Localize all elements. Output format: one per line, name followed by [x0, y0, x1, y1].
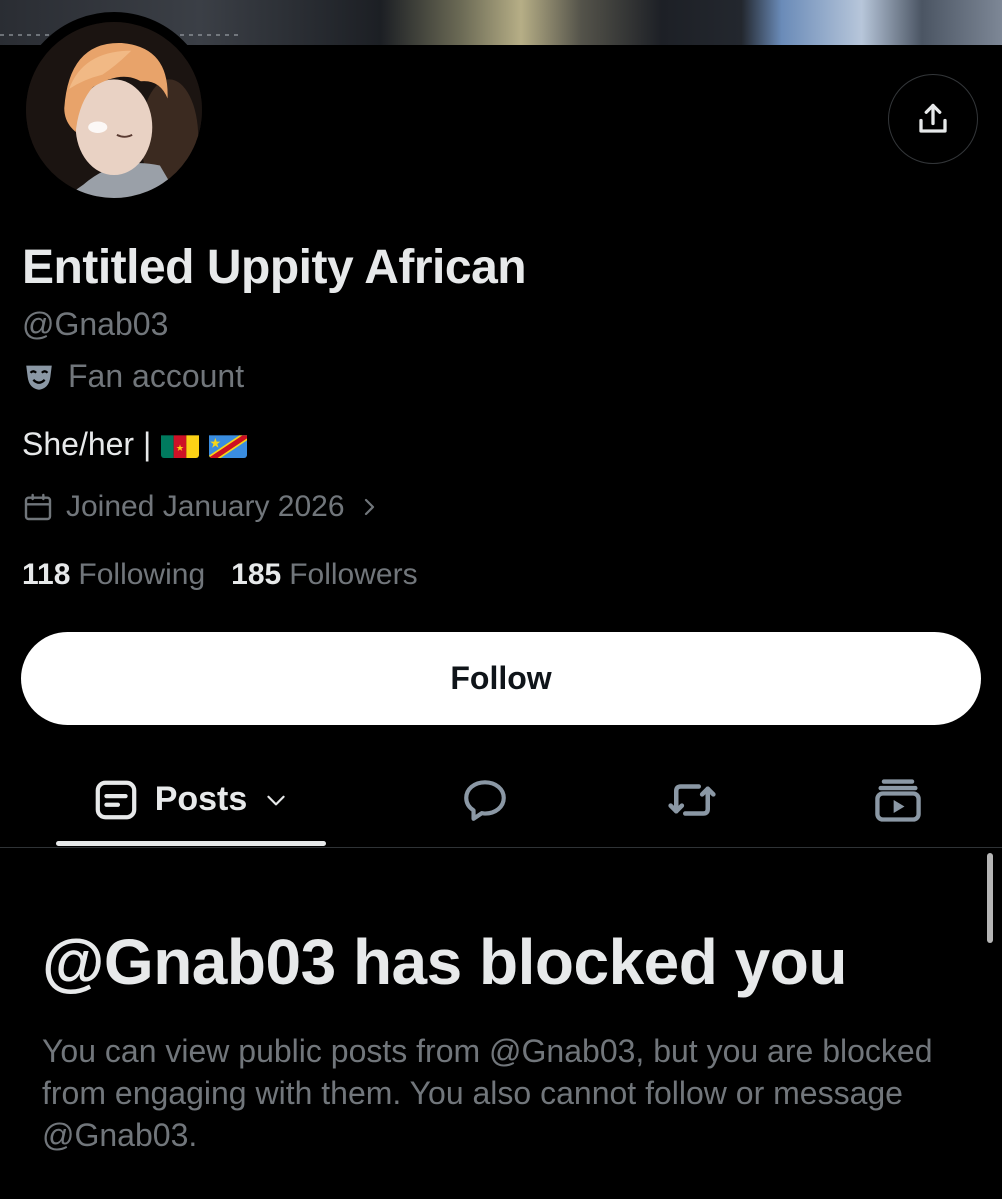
share-icon: [919, 103, 947, 133]
avatar-portrait: [26, 22, 202, 198]
display-name: Entitled Uppity African: [22, 241, 527, 294]
media-icon: [875, 778, 921, 822]
join-date-row[interactable]: Joined January 2026: [22, 490, 381, 524]
profile-tabs: Posts: [0, 752, 1002, 848]
profile-handle: @Gnab03: [22, 306, 169, 342]
calendar-icon: [24, 493, 52, 521]
followers-label: Followers: [289, 558, 418, 591]
profile-bio: She/her |: [22, 426, 248, 463]
join-date-text: Joined January 2026: [66, 490, 345, 523]
profile-avatar[interactable]: [16, 12, 212, 208]
follow-button[interactable]: Follow: [21, 632, 981, 725]
tab-posts-label: Posts: [154, 780, 248, 818]
blocked-title: @Gnab03 has blocked you: [42, 926, 847, 998]
account-label: Fan account: [22, 358, 244, 395]
chevron-right-icon: [364, 498, 374, 516]
blocked-description: You can view public posts from @Gnab03, …: [42, 1033, 933, 1153]
chevron-down-icon[interactable]: [263, 787, 289, 813]
reply-icon: [464, 779, 506, 821]
tab-replies[interactable]: [440, 752, 530, 847]
tab-active-indicator: [56, 841, 326, 846]
cameroon-flag-icon: [161, 432, 200, 458]
bio-text: She/her |: [22, 426, 152, 462]
followers-count: 185: [231, 558, 282, 591]
share-button[interactable]: [888, 74, 978, 164]
following-count: 118: [22, 558, 71, 591]
scrollbar[interactable]: [987, 853, 993, 943]
dr-congo-flag-icon: [209, 432, 248, 458]
follow-stats: 118 Following 185 Followers: [22, 558, 418, 592]
fan-mask-icon: [26, 365, 52, 390]
followers-stat[interactable]: 185 Followers: [231, 558, 417, 592]
avatar-image: [26, 22, 202, 198]
following-label: Following: [78, 558, 206, 591]
following-stat[interactable]: 118 Following: [22, 558, 205, 592]
tab-reposts[interactable]: [647, 752, 737, 847]
posts-icon: [95, 780, 137, 819]
account-label-text: Fan account: [68, 358, 245, 394]
tab-posts[interactable]: Posts: [56, 752, 326, 847]
repost-icon: [668, 783, 716, 816]
tab-media[interactable]: [853, 752, 943, 847]
